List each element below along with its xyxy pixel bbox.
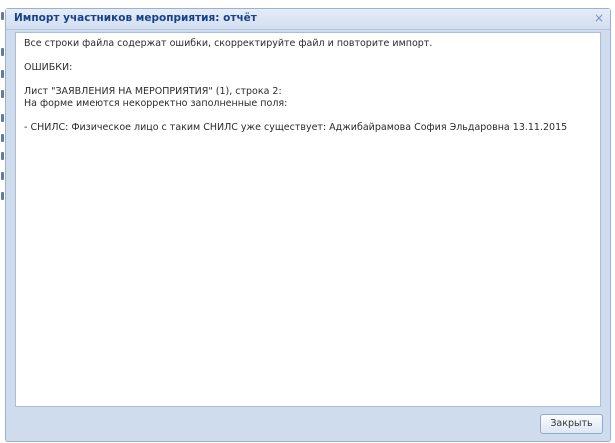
background-row-marker [1,70,4,78]
background-row-marker [1,90,4,98]
background-row-marker [1,48,4,56]
background-row-marker [1,134,4,142]
import-report-dialog: Импорт участников мероприятия: отчёт × В… [5,8,611,442]
report-text-area[interactable]: Все строки файла содержат ошибки, скорре… [15,32,601,407]
close-icon[interactable]: × [592,11,606,25]
close-button[interactable]: Закрыть [540,414,603,434]
dialog-title: Импорт участников мероприятия: отчёт [14,12,257,24]
report-summary: Все строки файла содержат ошибки, скорре… [24,38,433,49]
error-detail: - СНИЛС: Физическое лицо с таким СНИЛС у… [24,122,568,133]
background-row-marker [1,12,4,20]
background-row-marker [1,192,4,200]
background-row-marker [1,152,4,160]
background-row-marker [1,114,4,122]
errors-heading: ОШИБКИ: [24,62,73,73]
dialog-footer: Закрыть [6,406,610,441]
error-form-note: На форме имеются некорректно заполненные… [24,98,288,109]
error-sheet-line: Лист "ЗАЯВЛЕНИЯ НА МЕРОПРИЯТИЯ" (1), стр… [24,86,282,97]
background-row-marker [1,172,4,180]
dialog-titlebar[interactable]: Импорт участников мероприятия: отчёт × [6,9,610,30]
